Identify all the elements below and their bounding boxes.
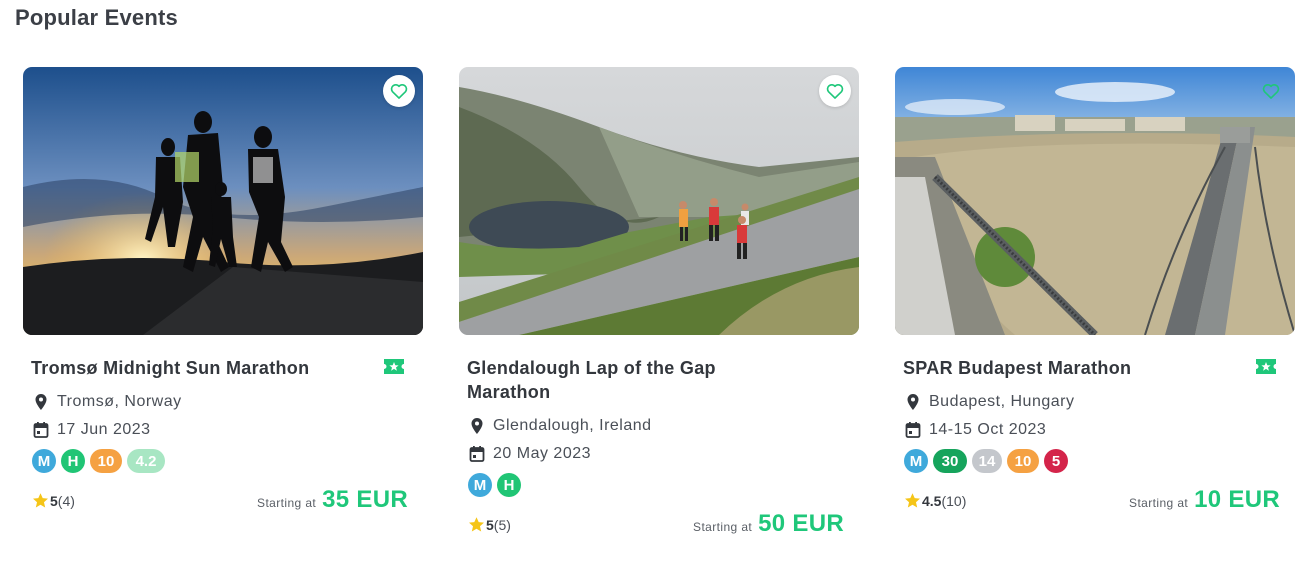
calendar-icon (33, 422, 49, 438)
event-photo[interactable] (23, 67, 423, 335)
location-text: Budapest, Hungary (929, 393, 1075, 410)
price-label: Starting at (693, 520, 753, 534)
event-rating: 5 (4) (32, 492, 75, 509)
heart-icon (390, 83, 408, 99)
distance-badges: M H (459, 473, 859, 499)
event-rating: 4.5 (10) (904, 492, 966, 509)
price-label: Starting at (1129, 496, 1189, 510)
event-card[interactable]: Glendalough Lap of the Gap Marathon Glen… (459, 67, 859, 547)
event-card[interactable]: Tromsø Midnight Sun Marathon Tromsø, Nor… (23, 67, 423, 523)
star-icon (33, 493, 48, 508)
event-title[interactable]: Glendalough Lap of the Gap Marathon (467, 356, 797, 404)
event-date: 20 May 2023 (469, 441, 859, 467)
badge-10k: 10 (1007, 449, 1039, 473)
price-amount: 35 EUR (322, 486, 408, 513)
badge-marathon: M (904, 449, 928, 473)
date-text: 20 May 2023 (493, 445, 592, 462)
rating-score: 5 (50, 492, 58, 509)
calendar-icon (469, 446, 485, 462)
event-location: Budapest, Hungary (905, 389, 1295, 415)
price-amount: 10 EUR (1194, 486, 1280, 513)
heart-icon (826, 83, 844, 99)
badge-10k: 10 (90, 449, 122, 473)
calendar-icon (905, 422, 921, 438)
badge-half: H (61, 449, 85, 473)
section-title: Popular Events (15, 5, 178, 30)
price-label: Starting at (257, 496, 317, 510)
badge-14k: 14 (972, 449, 1002, 473)
date-text: 17 Jun 2023 (57, 421, 151, 438)
event-price: Starting at 35 EUR (257, 486, 408, 514)
favorite-button[interactable] (1255, 75, 1287, 107)
valley-road-image (459, 67, 859, 335)
event-title[interactable]: Tromsø Midnight Sun Marathon (31, 356, 361, 380)
location-text: Glendalough, Ireland (493, 417, 652, 434)
event-price: Starting at 50 EUR (693, 510, 844, 538)
badge-30k: 30 (933, 449, 967, 473)
badge-4-2k: 4.2 (127, 449, 165, 473)
ticket-star-icon (1256, 359, 1276, 374)
map-pin-icon (35, 394, 47, 410)
event-rating: 5 (5) (468, 516, 511, 533)
heart-icon (1262, 83, 1280, 99)
ticket-star-icon (384, 359, 404, 374)
star-icon (469, 517, 484, 532)
event-location: Tromsø, Norway (33, 389, 423, 415)
date-text: 14-15 Oct 2023 (929, 421, 1047, 438)
event-photo[interactable] (895, 67, 1295, 335)
favorite-button[interactable] (383, 75, 415, 107)
distance-badges: M H 10 4.2 (23, 449, 423, 475)
event-date: 17 Jun 2023 (33, 417, 423, 443)
favorite-button[interactable] (819, 75, 851, 107)
review-count: (5) (493, 516, 511, 533)
badge-half: H (497, 473, 521, 497)
rating-score: 5 (486, 516, 494, 533)
distance-badges: M 30 14 10 5 (895, 449, 1295, 475)
review-count: (4) (57, 492, 75, 509)
event-title[interactable]: SPAR Budapest Marathon (903, 356, 1233, 380)
event-price: Starting at 10 EUR (1129, 486, 1280, 514)
badge-marathon: M (468, 473, 492, 497)
event-date: 14-15 Oct 2023 (905, 417, 1295, 443)
event-photo[interactable] (459, 67, 859, 335)
price-amount: 50 EUR (758, 510, 844, 537)
bridge-river-image (895, 67, 1295, 335)
event-card[interactable]: SPAR Budapest Marathon Budapest, Hungary… (895, 67, 1295, 523)
map-pin-icon (471, 418, 483, 434)
event-location: Glendalough, Ireland (469, 413, 859, 439)
location-text: Tromsø, Norway (57, 393, 182, 410)
star-icon (905, 493, 920, 508)
runners-sunset-image (23, 67, 423, 335)
badge-5k: 5 (1044, 449, 1068, 473)
rating-score: 4.5 (922, 492, 942, 509)
map-pin-icon (907, 394, 919, 410)
review-count: (10) (941, 492, 967, 509)
badge-marathon: M (32, 449, 56, 473)
